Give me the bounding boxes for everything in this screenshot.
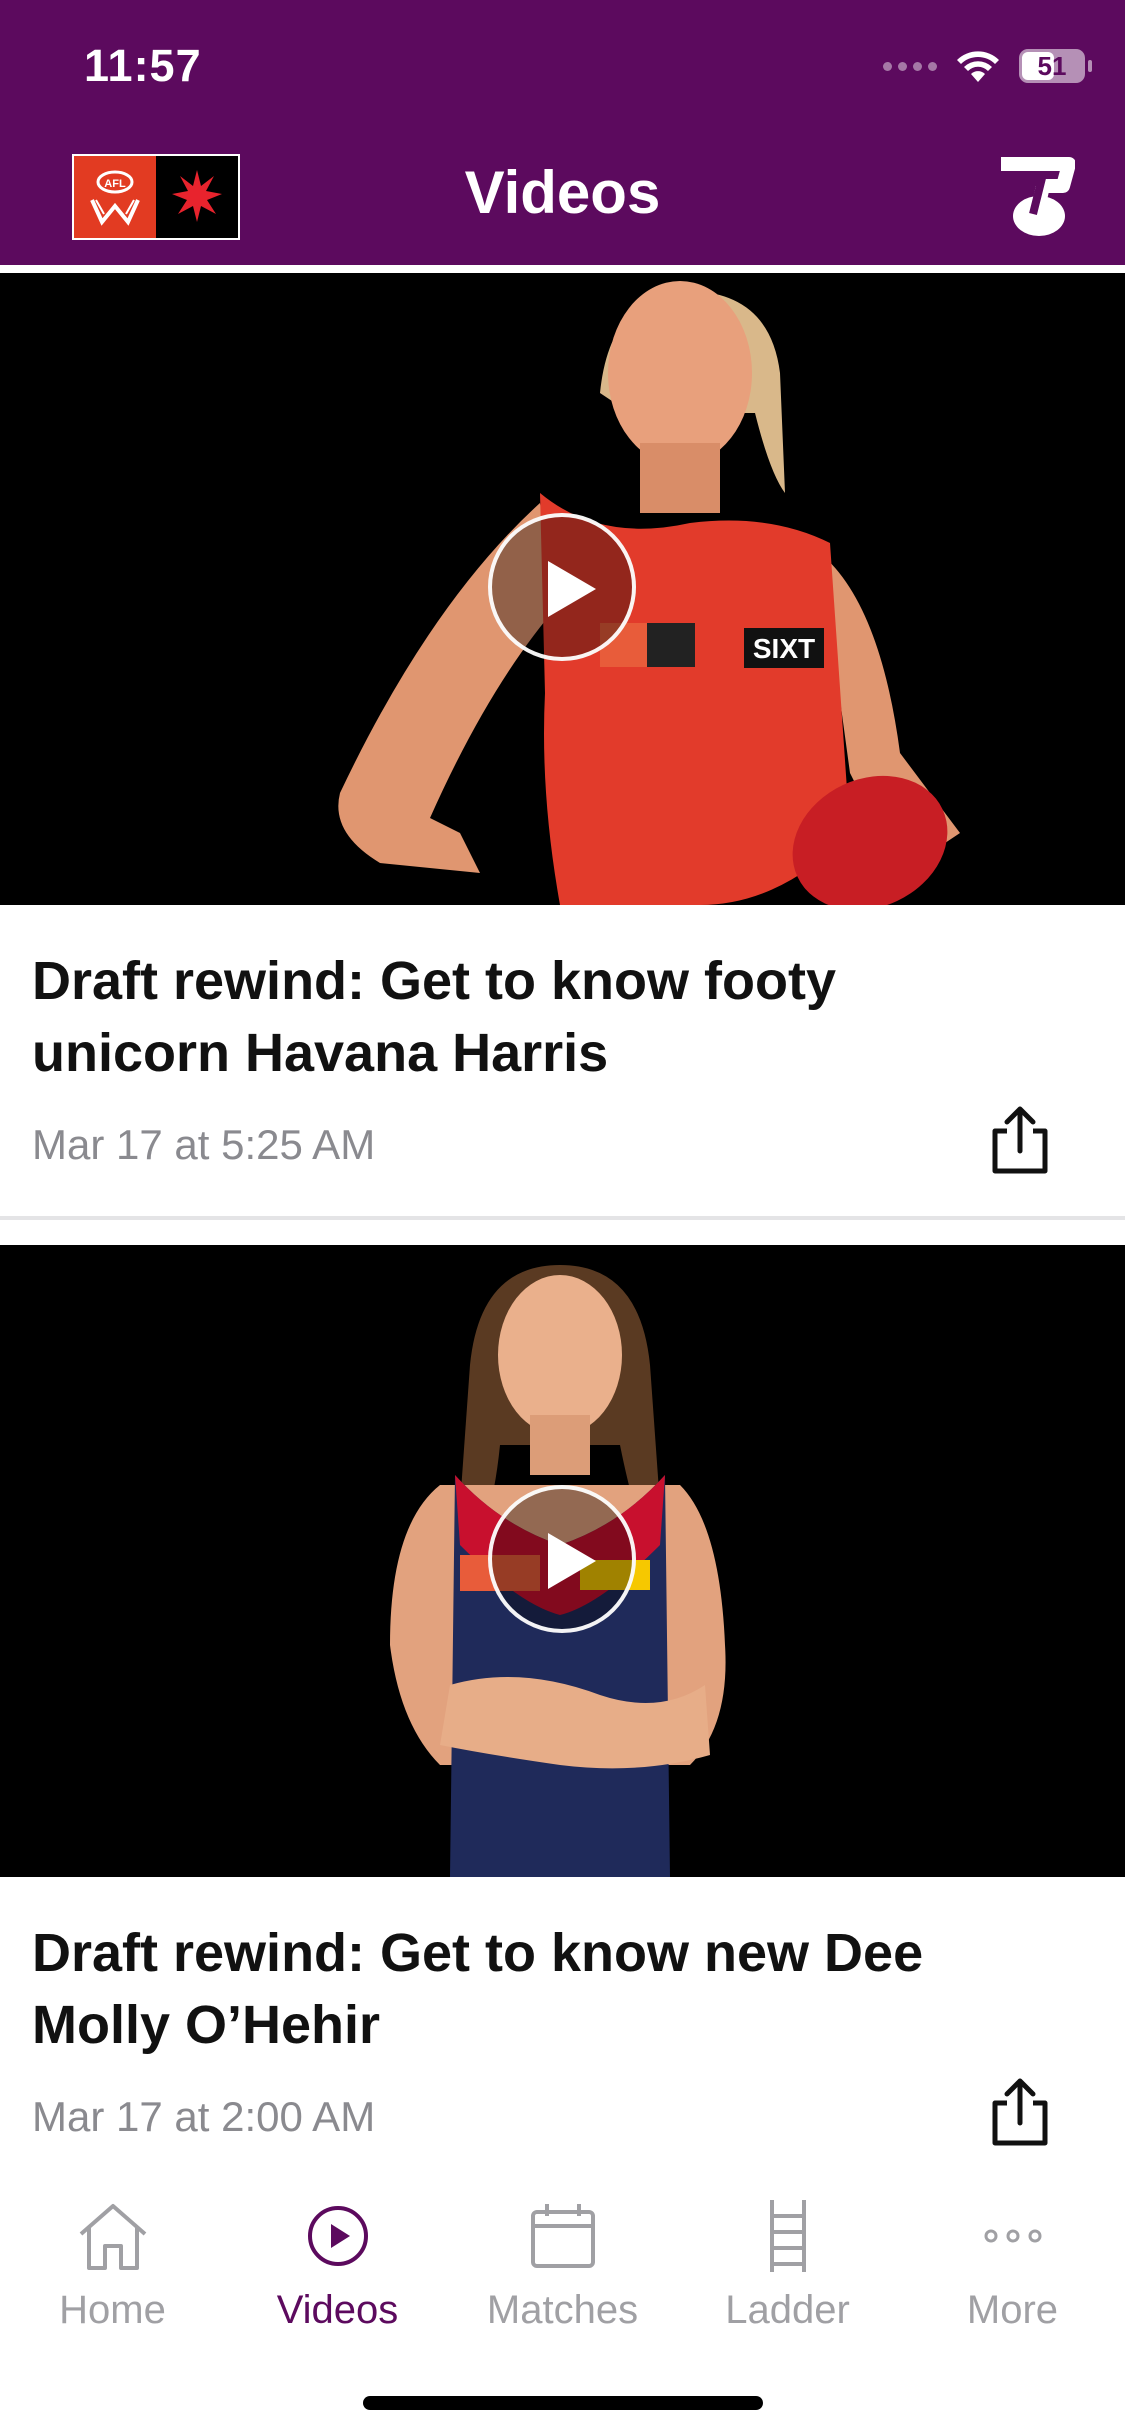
share-icon[interactable] [989,1105,1051,1175]
play-icon[interactable] [488,1485,636,1633]
play-circle-icon [307,2206,368,2266]
tab-home[interactable]: Home [0,2196,225,2333]
home-icon [79,2204,146,2270]
tab-label: Matches [486,2288,639,2332]
more-icon [984,2229,1041,2243]
tab-matches[interactable]: Matches [450,2196,675,2333]
battery-icon: 51 [1019,49,1092,83]
status-indicators: 51 [883,48,1092,84]
tab-label: Videos [276,2288,399,2332]
tab-label: Ladder [725,2288,850,2332]
svg-text:SIXT: SIXT [753,633,815,664]
video-thumbnail[interactable]: SIXT [0,273,1125,905]
battery-level: 51 [1037,50,1067,81]
video-card[interactable]: SIXT Draft rewind: Get to know footy uni… [0,273,1125,1221]
video-card[interactable]: Draft rewind: Get to know new Dee Molly … [0,1245,1125,2165]
header-divider [0,265,1125,273]
video-title[interactable]: Draft rewind: Get to know footy unicorn … [32,945,1012,1089]
video-title[interactable]: Draft rewind: Get to know new Dee Molly … [32,1917,1012,2061]
video-date: Mar 17 at 5:25 AM [32,1121,376,1168]
tab-videos[interactable]: Videos [225,2196,450,2333]
telstra-logo [1001,157,1075,236]
tab-label: Home [59,2288,166,2332]
tab-ladder[interactable]: Ladder [675,2196,900,2333]
tab-label: More [966,2288,1059,2332]
wifi-icon [957,51,999,82]
video-date: Mar 17 at 2:00 AM [32,2093,376,2140]
share-icon[interactable] [989,2077,1051,2147]
card-divider [0,1216,1125,1220]
video-thumbnail[interactable] [0,1245,1125,1877]
tab-more[interactable]: More [900,2196,1125,2333]
calendar-icon [530,2204,595,2268]
play-icon[interactable] [488,513,636,661]
videos-screen: 11:57 51 AFL Videos SIXT Draft rewind: G… [0,0,1125,2436]
cellular-signal-icon [883,61,937,71]
app-header: 11:57 51 AFL Videos [0,0,1125,265]
page-title: Videos [464,159,661,226]
home-indicator[interactable] [363,2396,763,2410]
ladder-icon [769,2200,806,2272]
status-time: 11:57 [84,40,202,91]
